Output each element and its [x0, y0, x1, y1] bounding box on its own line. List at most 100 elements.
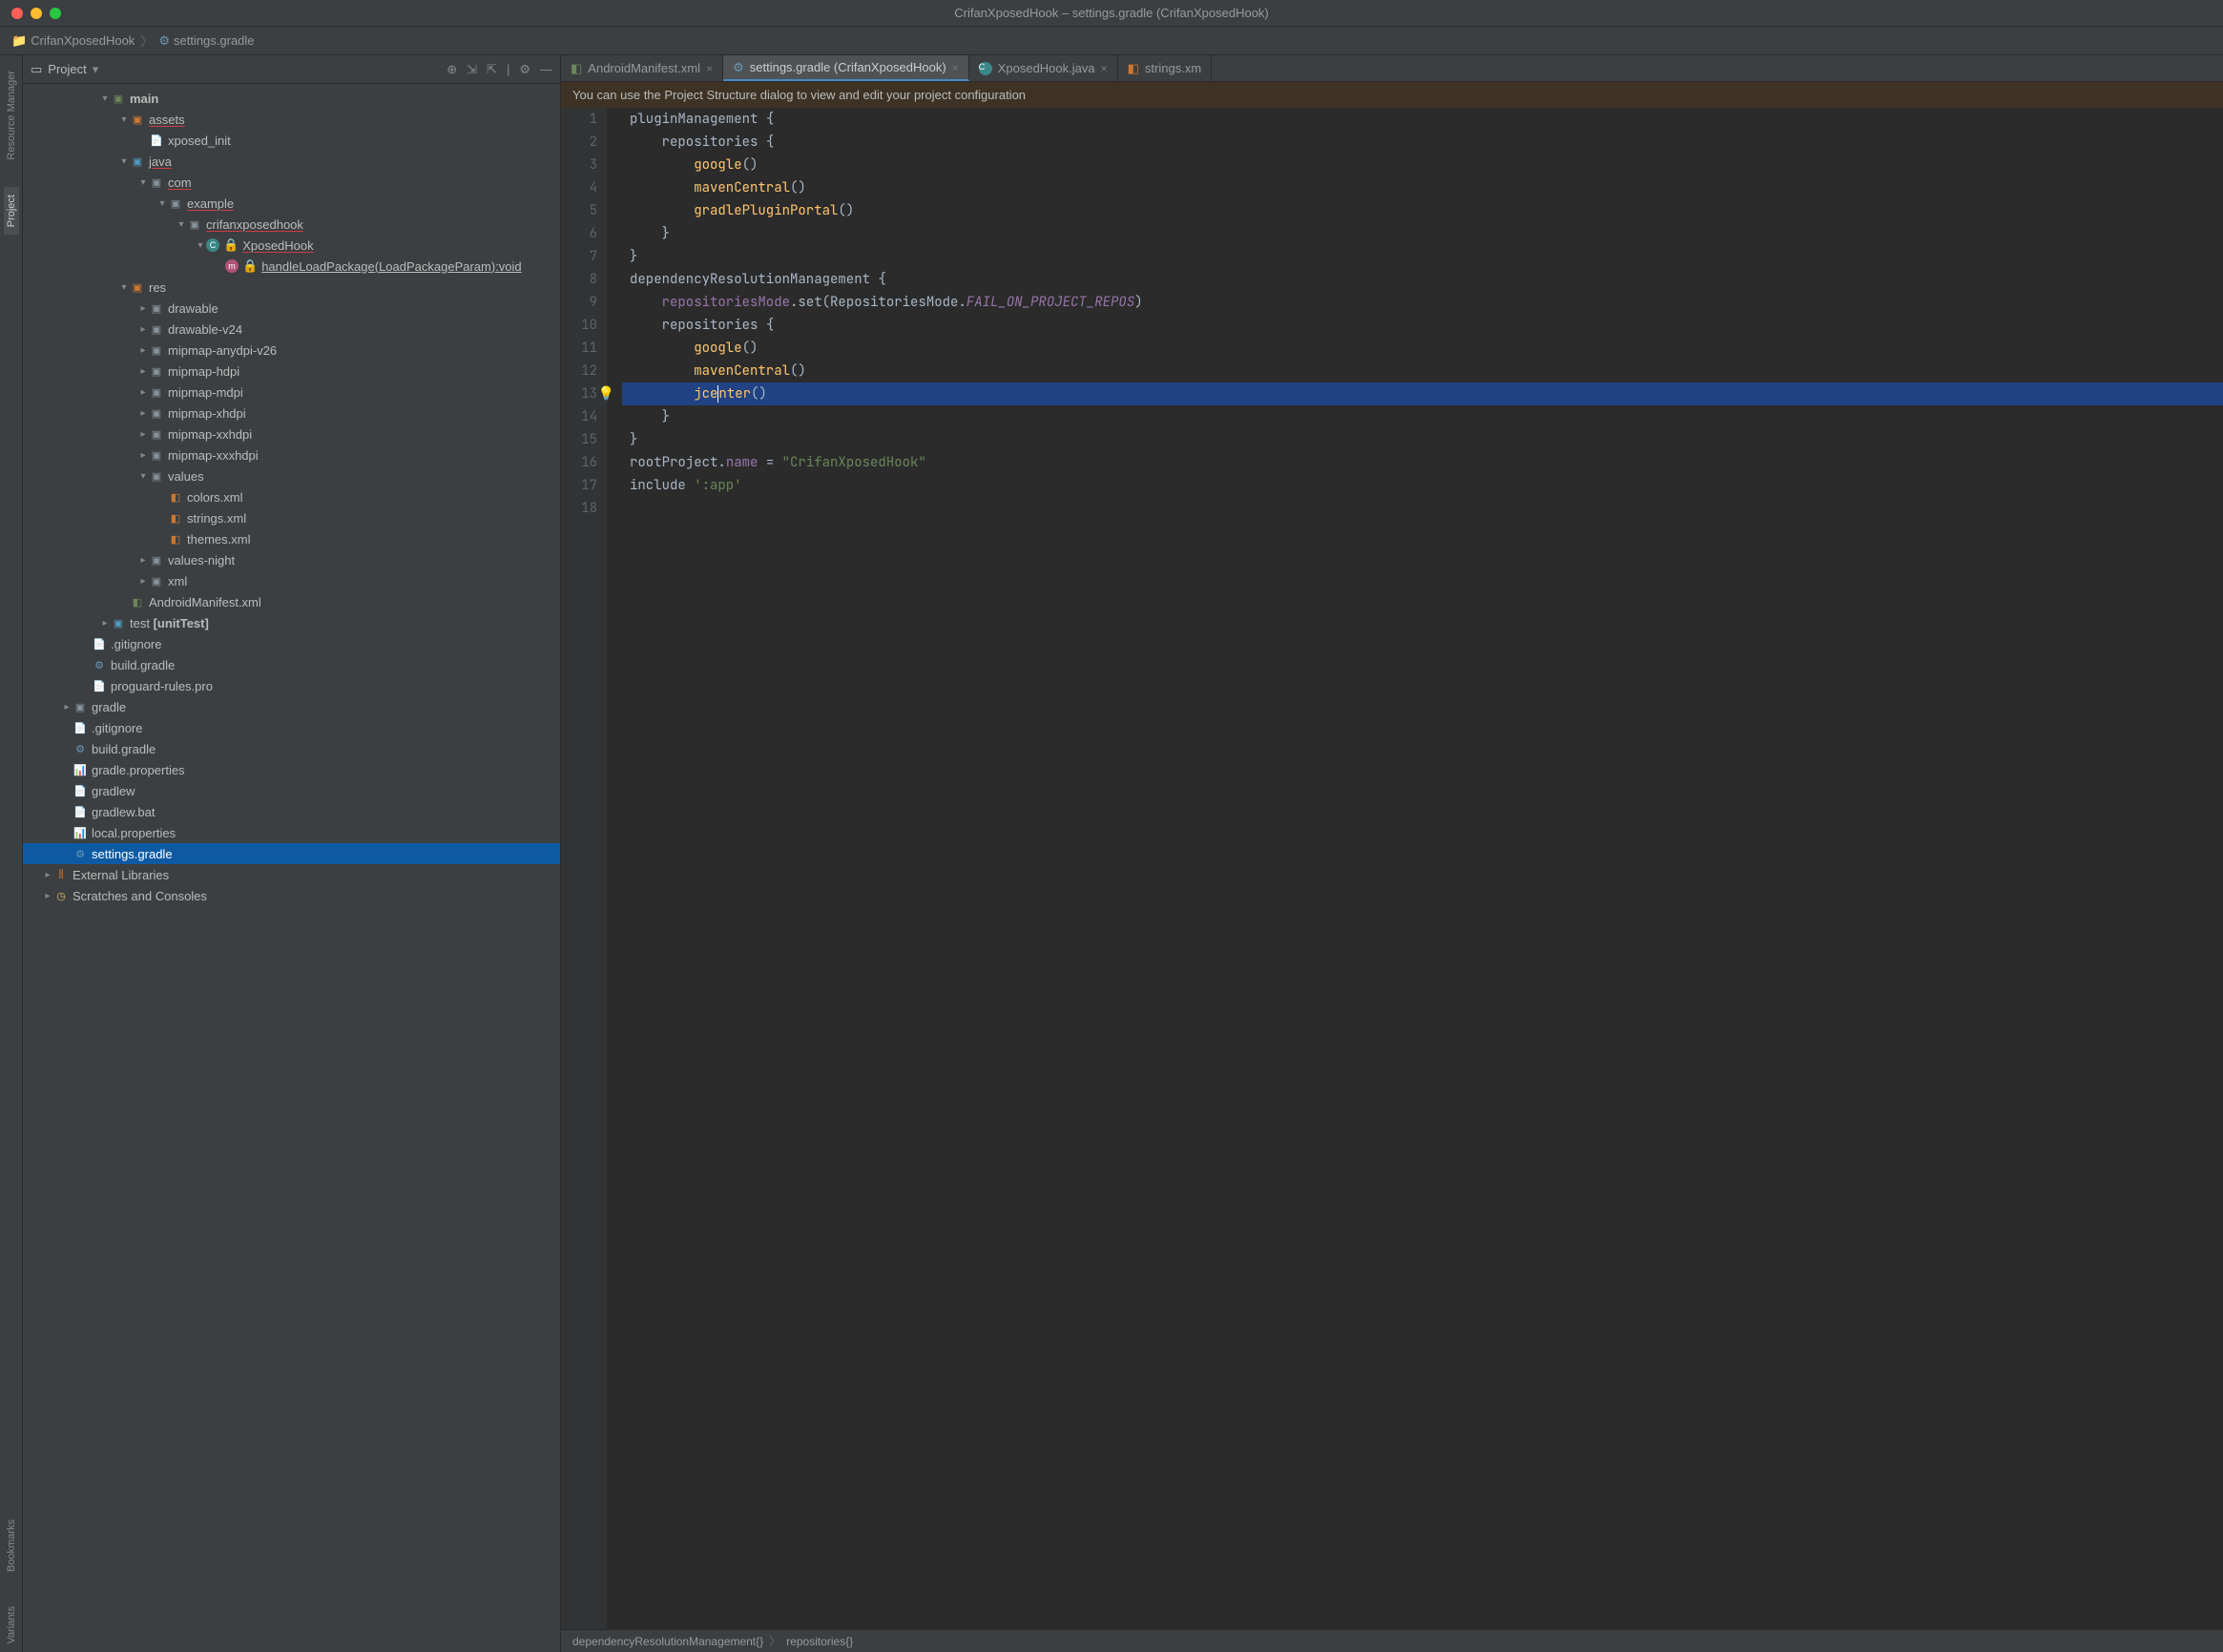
editor-tab-manifest[interactable]: ◧AndroidManifest.xml×: [561, 55, 723, 81]
intention-bulb-icon[interactable]: 💡: [598, 382, 614, 405]
manifest-icon: ◧: [571, 61, 582, 76]
tree-item-gradlew-bat[interactable]: 📄gradlew.bat: [23, 801, 560, 822]
tree-item-values[interactable]: ▾▣values: [23, 465, 560, 486]
tree-item-mipmap-xxxhdpi[interactable]: ▸▣mipmap-xxxhdpi: [23, 444, 560, 465]
tab-variants[interactable]: Variants: [4, 1599, 19, 1652]
footer-breadcrumb-2[interactable]: repositories{}: [786, 1635, 853, 1648]
tree-item-gitignore[interactable]: 📄.gitignore: [23, 633, 560, 654]
tree-item-strings-xml[interactable]: ◧strings.xml: [23, 507, 560, 528]
expand-all-icon[interactable]: ⇲: [467, 62, 477, 77]
tree-item-drawable[interactable]: ▸▣drawable: [23, 298, 560, 319]
tree-item-handleloadpackage[interactable]: m🔒handleLoadPackage(LoadPackageParam):vo…: [23, 256, 560, 277]
project-icon: 📁: [11, 33, 27, 49]
tree-item-mipmap-hdpi[interactable]: ▸▣mipmap-hdpi: [23, 361, 560, 382]
project-view-dropdown[interactable]: ▾: [93, 62, 99, 77]
tree-item-xposed-init[interactable]: 📄xposed_init: [23, 130, 560, 151]
collapse-all-icon[interactable]: ⇱: [487, 62, 497, 77]
class-icon: C: [979, 62, 992, 75]
titlebar: CrifanXposedHook – settings.gradle (Crif…: [0, 0, 2223, 27]
editor-tabs: ◧AndroidManifest.xml× ⚙settings.gradle (…: [561, 55, 2223, 82]
tree-item-settings-gradle[interactable]: ⚙settings.gradle: [23, 843, 560, 864]
lock-icon: 🔒: [223, 237, 239, 253]
settings-icon[interactable]: ⚙: [519, 62, 530, 77]
folder-icon: ▣: [149, 384, 164, 400]
xml-icon: ◧: [168, 510, 183, 526]
footer-breadcrumb-1[interactable]: dependencyResolutionManagement{}: [572, 1635, 763, 1648]
editor-tab-xposedhook-java[interactable]: CXposedHook.java×: [969, 55, 1118, 81]
tree-item-external-libraries[interactable]: ▸⫼External Libraries: [23, 864, 560, 885]
tree-item-proguard[interactable]: 📄proguard-rules.pro: [23, 675, 560, 696]
tree-item-local-properties[interactable]: 📊local.properties: [23, 822, 560, 843]
lock-icon: 🔒: [242, 258, 258, 274]
close-window-button[interactable]: [11, 8, 23, 19]
tree-item-gradlew[interactable]: 📄gradlew: [23, 780, 560, 801]
tab-project[interactable]: Project: [4, 187, 19, 235]
package-icon: ▣: [187, 217, 202, 232]
window-title: CrifanXposedHook – settings.gradle (Crif…: [954, 6, 1269, 20]
project-tree[interactable]: ▾▣main ▾▣assets 📄xposed_init ▾▣java ▾▣co…: [23, 84, 560, 1652]
folder-icon: ▣: [111, 615, 126, 630]
tree-item-values-night[interactable]: ▸▣values-night: [23, 549, 560, 570]
breadcrumb-file[interactable]: ⚙ settings.gradle: [158, 33, 254, 49]
tree-item-gitignore-root[interactable]: 📄.gitignore: [23, 717, 560, 738]
close-icon[interactable]: ×: [1101, 62, 1108, 75]
divider: |: [507, 62, 509, 77]
tree-item-build-gradle[interactable]: ⚙build.gradle: [23, 654, 560, 675]
editor-tab-settings-gradle[interactable]: ⚙settings.gradle (CrifanXposedHook)×: [723, 55, 969, 81]
tree-item-res[interactable]: ▾▣res: [23, 277, 560, 298]
folder-icon: ▣: [149, 573, 164, 589]
tree-item-mipmap-xxhdpi[interactable]: ▸▣mipmap-xxhdpi: [23, 423, 560, 444]
project-structure-banner[interactable]: You can use the Project Structure dialog…: [561, 82, 2223, 108]
gradle-icon: ⚙: [158, 33, 170, 49]
editor-breadcrumb-footer: dependencyResolutionManagement{} 〉 repos…: [561, 1629, 2223, 1652]
tree-item-test[interactable]: ▸▣test [unitTest]: [23, 612, 560, 633]
minimize-window-button[interactable]: [31, 8, 42, 19]
folder-icon: ▣: [149, 405, 164, 421]
tree-item-xml[interactable]: ▸▣xml: [23, 570, 560, 591]
tree-item-xposedhook-class[interactable]: ▾C🔒XposedHook: [23, 235, 560, 256]
maximize-window-button[interactable]: [50, 8, 61, 19]
tree-item-scratches[interactable]: ▸◷Scratches and Consoles: [23, 885, 560, 906]
editor-tab-strings-xml[interactable]: ◧strings.xm: [1118, 55, 1213, 81]
file-icon: 📄: [149, 133, 164, 148]
hide-panel-icon[interactable]: —: [540, 62, 552, 77]
code-content[interactable]: pluginManagement { repositories { google…: [622, 108, 2223, 1629]
tree-item-com[interactable]: ▾▣com: [23, 172, 560, 193]
tree-item-build-gradle-root[interactable]: ⚙build.gradle: [23, 738, 560, 759]
close-icon[interactable]: ×: [706, 62, 713, 75]
tree-item-gradle-folder[interactable]: ▸▣gradle: [23, 696, 560, 717]
select-opened-file-icon[interactable]: ⊕: [447, 62, 457, 77]
xml-icon: ◧: [1128, 61, 1139, 76]
gradle-icon: ⚙: [92, 657, 107, 672]
tree-item-themes-xml[interactable]: ◧themes.xml: [23, 528, 560, 549]
tree-item-example[interactable]: ▾▣example: [23, 193, 560, 214]
tree-item-main[interactable]: ▾▣main: [23, 88, 560, 109]
tree-item-mipmap-mdpi[interactable]: ▸▣mipmap-mdpi: [23, 382, 560, 403]
tree-item-drawable-v24[interactable]: ▸▣drawable-v24: [23, 319, 560, 340]
folder-icon: ▣: [149, 447, 164, 463]
xml-icon: ◧: [168, 531, 183, 547]
close-icon[interactable]: ×: [952, 61, 959, 74]
folder-icon: ▣: [149, 342, 164, 358]
folder-icon: ▣: [149, 468, 164, 484]
tree-item-androidmanifest[interactable]: ◧AndroidManifest.xml: [23, 591, 560, 612]
tree-item-java[interactable]: ▾▣java: [23, 151, 560, 172]
breadcrumb-sep: 〉: [140, 31, 153, 50]
traffic-lights: [0, 8, 61, 19]
line-gutter: 1 2 3 4 5 6 7 8 9 10 11 12 13💡 14 15 16 …: [561, 108, 607, 1629]
left-tool-strip: Resource Manager Project Bookmarks Varia…: [0, 55, 23, 1652]
code-editor[interactable]: 1 2 3 4 5 6 7 8 9 10 11 12 13💡 14 15 16 …: [561, 108, 2223, 1629]
fold-column[interactable]: [607, 108, 622, 1629]
tree-item-assets[interactable]: ▾▣assets: [23, 109, 560, 130]
tree-item-gradle-properties[interactable]: 📊gradle.properties: [23, 759, 560, 780]
tree-item-colors-xml[interactable]: ◧colors.xml: [23, 486, 560, 507]
gradle-icon: ⚙: [73, 741, 88, 756]
tab-resource-manager[interactable]: Resource Manager: [4, 63, 19, 168]
tab-bookmarks[interactable]: Bookmarks: [4, 1512, 19, 1580]
tree-item-mipmap-anydpi-v26[interactable]: ▸▣mipmap-anydpi-v26: [23, 340, 560, 361]
folder-icon: ▣: [149, 300, 164, 316]
breadcrumb-project[interactable]: 📁 CrifanXposedHook: [11, 33, 135, 49]
file-icon: 📄: [92, 678, 107, 693]
tree-item-crifanxposedhook[interactable]: ▾▣crifanxposedhook: [23, 214, 560, 235]
tree-item-mipmap-xhdpi[interactable]: ▸▣mipmap-xhdpi: [23, 403, 560, 423]
